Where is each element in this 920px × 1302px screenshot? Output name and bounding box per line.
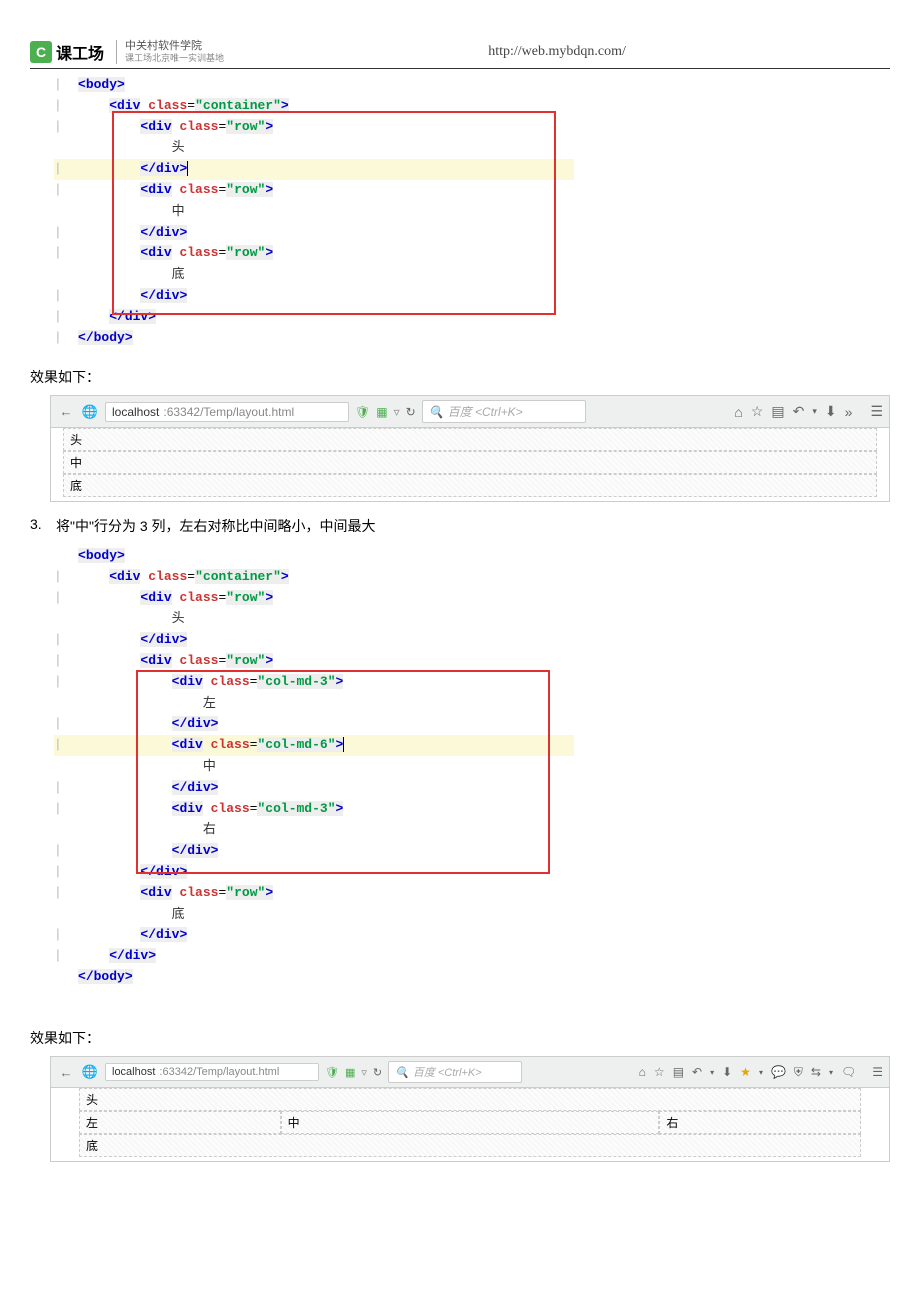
logo: C 课工场 中关村软件学院 课工场北京唯一实训基地: [30, 40, 224, 64]
chevron-down-icon[interactable]: ▾: [812, 406, 817, 417]
attr-class: class: [148, 98, 187, 113]
text-head: 头: [172, 139, 185, 154]
back-icon[interactable]: ←: [57, 1063, 75, 1081]
globe-icon: 🌐: [81, 403, 99, 421]
row-mid-grid: 左 中 右: [79, 1111, 861, 1134]
address-bar-2[interactable]: localhost:63342/Temp/layout.html: [105, 1063, 319, 1081]
text-bottom: 底: [172, 266, 185, 281]
logo-sub-line2: 课工场北京唯一实训基地: [125, 53, 224, 64]
dropdown-icon[interactable]: ▿: [394, 405, 400, 419]
home-icon[interactable]: ⌂: [734, 404, 742, 420]
chevron-down-icon[interactable]: ▾: [829, 1068, 833, 1077]
class-row: row: [234, 119, 257, 134]
download-icon[interactable]: ⬇: [825, 403, 837, 420]
row-head-2: 头: [79, 1088, 861, 1111]
chevron-down-icon[interactable]: ▾: [759, 1068, 763, 1077]
code-block-1: |<body> | <div class="container"> | <div…: [54, 75, 890, 355]
result-label-2: 效果如下：: [30, 1028, 890, 1048]
header-url: http://web.mybdqn.com/: [224, 44, 890, 60]
logo-sub-line1: 中关村软件学院: [125, 40, 224, 53]
globe-icon: 🌐: [81, 1063, 99, 1081]
chevron-down-icon[interactable]: ▾: [710, 1068, 714, 1077]
text-mid: 中: [172, 203, 185, 218]
home-icon[interactable]: ⌂: [639, 1065, 646, 1079]
row-bottom: 底: [63, 474, 877, 497]
dropdown-icon[interactable]: ▿: [361, 1066, 367, 1079]
download-icon[interactable]: ⬇: [722, 1065, 732, 1079]
addr-host: localhost: [112, 405, 159, 419]
step-text: 将"中"行分为 3 列，左右对称比中间略小，中间最大: [56, 516, 376, 536]
step-3: 3. 将"中"行分为 3 列，左右对称比中间略小，中间最大: [30, 516, 890, 536]
undo-icon[interactable]: ↶: [692, 1065, 702, 1079]
reload-icon[interactable]: ↻: [373, 1066, 382, 1079]
step-number: 3.: [30, 516, 56, 536]
share-icon[interactable]: ⇆: [811, 1065, 821, 1079]
class-col3: col-md-3: [265, 674, 327, 689]
browser-toolbar-2: ← 🌐 localhost:63342/Temp/layout.html 🛡 ▦…: [51, 1057, 889, 1088]
search-box-2[interactable]: 🔍 百度 <Ctrl+K>: [388, 1061, 522, 1083]
logo-subtitle: 中关村软件学院 课工场北京唯一实训基地: [116, 40, 224, 64]
address-bar[interactable]: localhost :63342/Temp/layout.html: [105, 402, 349, 422]
col-mid: 中: [281, 1111, 660, 1134]
tag-body: body: [86, 77, 117, 92]
page-area-2: 头 左 中 右 底: [51, 1088, 889, 1161]
browser-preview-1: ← 🌐 localhost :63342/Temp/layout.html 🛡 ▦…: [50, 395, 890, 502]
logo-text: 课工场: [56, 40, 104, 64]
search-icon: 🔍: [429, 405, 444, 419]
search-placeholder: 百度 <Ctrl+K>: [448, 403, 523, 420]
tag-div: div: [117, 98, 140, 113]
grid-icon[interactable]: ▦: [376, 405, 387, 419]
star-icon[interactable]: ☆: [654, 1065, 665, 1079]
text-left: 左: [203, 695, 216, 710]
search-box[interactable]: 🔍 百度 <Ctrl+K>: [422, 400, 586, 423]
class-col6: col-md-6: [265, 737, 327, 752]
back-icon[interactable]: ←: [57, 403, 75, 421]
row-mid: 中: [63, 451, 877, 474]
text-right: 右: [203, 821, 216, 836]
page-header: C 课工场 中关村软件学院 课工场北京唯一实训基地 http://web.myb…: [30, 40, 890, 69]
library-icon[interactable]: ▤: [673, 1065, 684, 1079]
code-block-2: <body> | <div class="container"> | <div …: [54, 546, 890, 1016]
shield-icon[interactable]: 🛡: [355, 405, 370, 419]
browser-preview-2: ← 🌐 localhost:63342/Temp/layout.html 🛡 ▦…: [50, 1056, 890, 1162]
row-bottom-2: 底: [79, 1134, 861, 1157]
col-right: 右: [659, 1111, 861, 1134]
chat2-icon[interactable]: 🗨: [841, 1065, 856, 1079]
more-icon[interactable]: »: [845, 404, 853, 420]
star-icon[interactable]: ☆: [751, 403, 764, 420]
col-left: 左: [79, 1111, 281, 1134]
undo-icon[interactable]: ↶: [793, 403, 805, 420]
browser-toolbar: ← 🌐 localhost :63342/Temp/layout.html 🛡 ▦…: [51, 396, 889, 428]
reload-icon[interactable]: ↻: [406, 405, 416, 419]
badge-icon[interactable]: ⛨: [794, 1065, 803, 1080]
logo-mark-icon: C: [30, 41, 52, 63]
chat-icon[interactable]: 💬: [771, 1065, 786, 1079]
library-icon[interactable]: ▤: [771, 403, 784, 420]
result-label-1: 效果如下：: [30, 367, 890, 387]
shield-icon[interactable]: 🛡: [325, 1066, 339, 1079]
bookmark-icon[interactable]: ★: [740, 1065, 751, 1079]
row-head: 头: [63, 428, 877, 451]
menu-icon[interactable]: ☰: [870, 403, 883, 420]
addr-path: :63342/Temp/layout.html: [163, 405, 294, 419]
page-area-1: 头 中 底: [51, 428, 889, 501]
search-icon: 🔍: [395, 1066, 409, 1079]
class-container: container: [203, 98, 273, 113]
grid-icon[interactable]: ▦: [345, 1066, 355, 1079]
menu-icon[interactable]: ☰: [872, 1065, 883, 1079]
